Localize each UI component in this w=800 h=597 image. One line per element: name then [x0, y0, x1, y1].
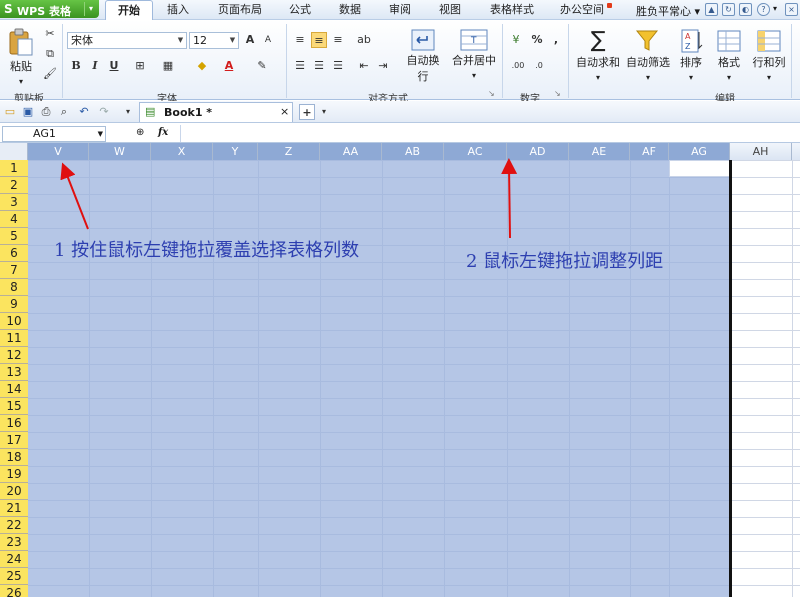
annotation-arrows [60, 158, 518, 239]
arrow-to-column-v [60, 162, 89, 230]
arrow-to-column-ac [501, 158, 518, 239]
annotation-step-1: 1 按住鼠标左键拖拉覆盖选择表格列数 [54, 240, 360, 261]
annotation-step-2: 2 鼠标左键拖拉调整列距 [466, 251, 664, 272]
